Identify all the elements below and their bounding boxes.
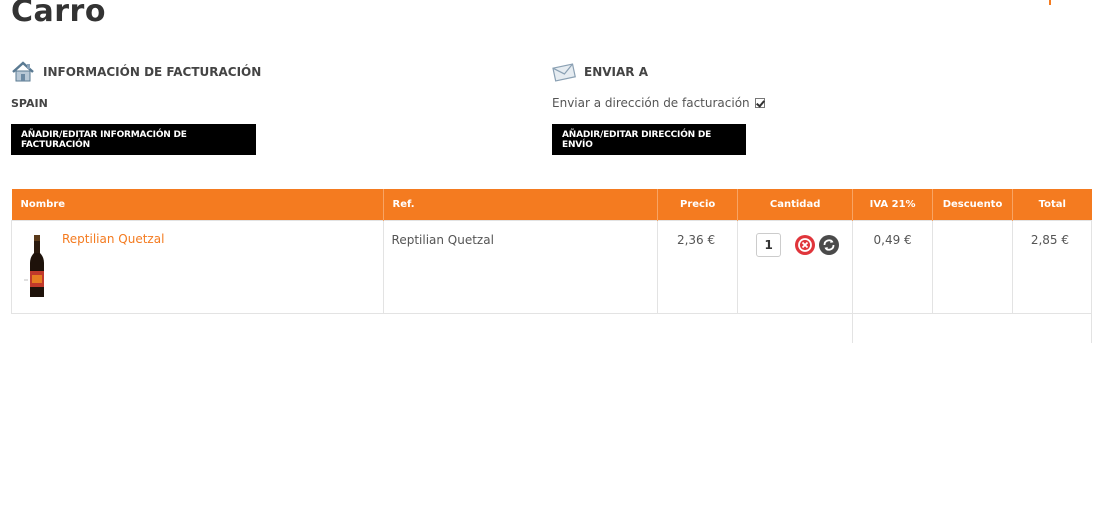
refresh-icon[interactable]	[818, 234, 840, 256]
product-vat: 0,49 €	[852, 219, 934, 314]
remove-icon[interactable]	[794, 234, 816, 256]
summary-cell	[852, 313, 1092, 343]
house-icon	[11, 61, 35, 83]
billing-heading-text: INFORMACIÓN DE FACTURACIÓN	[43, 65, 262, 79]
col-vat: IVA 21%	[852, 189, 934, 220]
edit-shipping-button[interactable]: AÑADIR/EDITAR DIRECCIÓN DE ENVÍO	[552, 124, 746, 155]
product-total: 2,85 €	[1012, 219, 1092, 314]
corner-mark	[1049, 0, 1051, 5]
product-name-link[interactable]: Reptilian Quetzal	[62, 232, 164, 246]
envelope-icon	[552, 61, 576, 83]
ship-to-billing-label: Enviar a dirección de facturación	[552, 96, 750, 110]
product-price: 2,36 €	[657, 219, 739, 314]
billing-heading: INFORMACIÓN DE FACTURACIÓN	[11, 61, 261, 83]
product-discount	[932, 219, 1014, 314]
quantity-input[interactable]: 1	[756, 232, 782, 257]
ship-to-billing-checkbox[interactable]	[754, 98, 765, 108]
ship-to-billing-option[interactable]: Enviar a dirección de facturación	[552, 96, 765, 110]
product-thumbnail[interactable]	[24, 234, 50, 299]
edit-billing-button[interactable]: AÑADIR/EDITAR INFORMACIÓN DE FACTURACIÓN	[11, 124, 256, 155]
product-cell: Reptilian Quetzal	[11, 219, 384, 314]
billing-country: SPAIN	[11, 97, 48, 110]
col-ref: Ref.	[383, 189, 659, 220]
shipping-heading-text: ENVIAR A	[584, 65, 648, 79]
product-ref: Reptilian Quetzal	[382, 219, 659, 314]
table-row: Reptilian Quetzal Reptilian Quetzal 2,36…	[11, 219, 1092, 314]
shipping-heading: ENVIAR A	[552, 61, 648, 83]
col-discount: Descuento	[932, 189, 1014, 220]
cart-table: Nombre Ref. Precio Cantidad IVA 21% Desc…	[11, 189, 1092, 314]
col-name: Nombre	[11, 189, 384, 220]
col-total: Total	[1012, 189, 1092, 220]
page-title: Carro	[11, 0, 106, 29]
col-price: Precio	[657, 189, 739, 220]
cart-header-row: Nombre Ref. Precio Cantidad IVA 21% Desc…	[11, 189, 1092, 220]
quantity-cell: 1	[737, 219, 854, 314]
col-quantity: Cantidad	[737, 189, 854, 220]
